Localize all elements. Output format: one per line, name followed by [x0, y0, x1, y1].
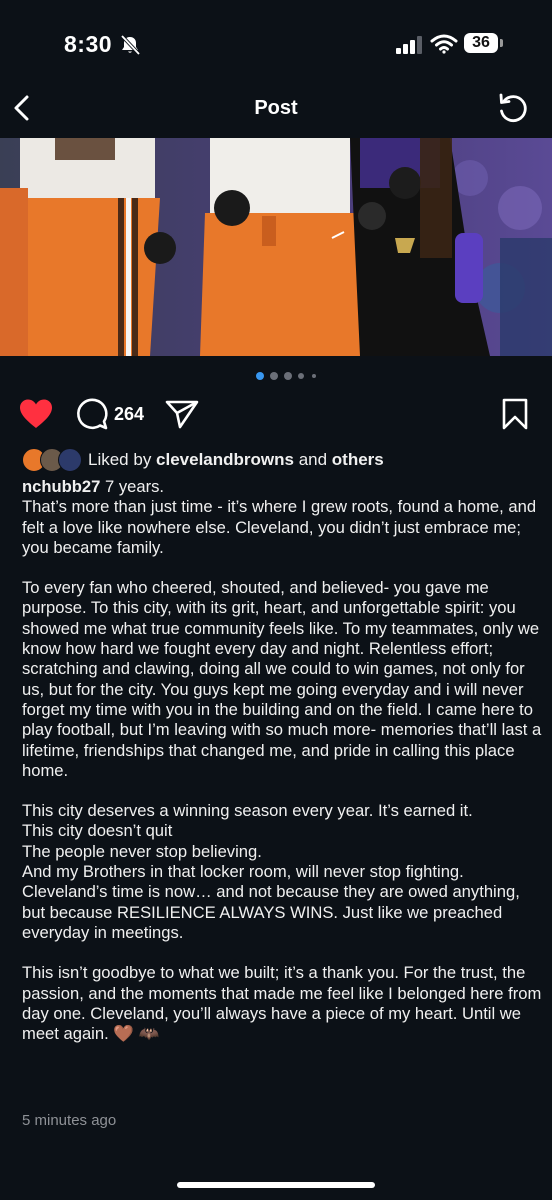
- carousel-dot: [298, 373, 304, 379]
- post-header: Post: [0, 80, 552, 138]
- caption-paragraph: This isn’t goodbye to what we built; it’…: [22, 963, 542, 1044]
- battery-indicator: 36: [464, 33, 504, 55]
- author-username[interactable]: nchubb27: [22, 477, 100, 496]
- likes-others-link[interactable]: others: [332, 450, 384, 469]
- action-bar: 264: [0, 393, 552, 437]
- carousel-indicator: [256, 372, 326, 382]
- caption-paragraph: The people never stop believing.: [22, 841, 262, 861]
- bell-muted-icon: [120, 35, 141, 55]
- post-caption: nchubb27 7 years. That’s more than just …: [22, 477, 544, 1044]
- likes-summary[interactable]: Liked by clevelandbrowns and others: [22, 448, 542, 474]
- caption-paragraph: This city deserves a winning season ever…: [22, 801, 473, 821]
- status-bar: 8:30 36: [0, 0, 552, 80]
- caption-paragraph: And my Brothers in that locker room, wil…: [22, 862, 464, 882]
- caption-paragraph: Cleveland’s time is now… and not because…: [22, 882, 520, 942]
- carousel-dot: [256, 372, 264, 380]
- cellular-signal-icon: [396, 36, 422, 54]
- send-icon[interactable]: [165, 399, 199, 429]
- carousel-dot: [312, 374, 316, 378]
- page-title: Post: [254, 97, 298, 119]
- refresh-icon[interactable]: [496, 92, 530, 126]
- avatar: [58, 448, 82, 472]
- heart-icon[interactable]: [18, 398, 54, 430]
- carousel-dot: [270, 372, 278, 380]
- caption-paragraph: To every fan who cheered, shouted, and b…: [22, 578, 542, 780]
- caption-first-line: nchubb27 7 years.: [22, 477, 165, 496]
- liker-username[interactable]: clevelandbrowns: [156, 450, 294, 469]
- post-image[interactable]: [0, 138, 552, 356]
- wifi-icon: [430, 34, 458, 54]
- status-time: 8:30: [64, 31, 113, 57]
- likes-text: Liked by clevelandbrowns and others: [88, 450, 384, 469]
- caption-paragraph: This city doesn’t quit: [22, 821, 173, 841]
- bookmark-icon[interactable]: [500, 398, 530, 430]
- football-players-photo: [0, 138, 552, 356]
- carousel-dot: [284, 372, 292, 380]
- comment-icon[interactable]: [75, 397, 109, 431]
- caption-paragraph: That’s more than just time - it’s where …: [22, 497, 537, 557]
- battery-level: 36: [472, 34, 490, 51]
- home-indicator[interactable]: [177, 1182, 375, 1188]
- post-timestamp: 5 minutes ago: [22, 1112, 117, 1129]
- comment-count: 264: [114, 404, 145, 424]
- liker-avatars: [22, 448, 84, 472]
